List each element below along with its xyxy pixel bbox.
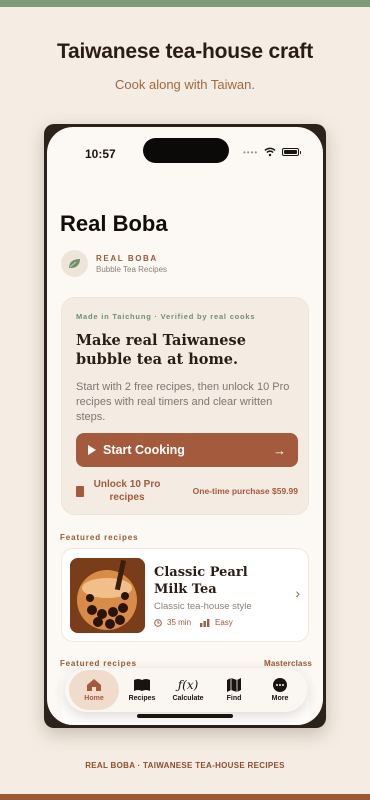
battery-icon — [282, 148, 302, 156]
leaf-logo-icon — [61, 250, 88, 277]
tab-more[interactable]: More — [257, 678, 303, 702]
phone-frame: 10:57 •••• Real Boba REAL BOBA Bubble Te… — [44, 124, 326, 728]
card-eyebrow: Made in Taichung · Verified by real cook… — [76, 312, 256, 321]
recipe-difficulty: Easy — [215, 618, 233, 627]
second-section-header: Featured recipes Masterclass — [60, 659, 312, 668]
recipe-title: Classic Pearl Milk Tea — [154, 565, 248, 597]
signal-icon: •••• — [243, 147, 259, 157]
recipe-subtitle: Classic tea-house style — [154, 601, 252, 612]
function-icon: ƒ(x) — [177, 678, 199, 692]
unlock-row: Unlock 10 Pro recipes One-time purchase … — [76, 478, 298, 504]
clock-icon — [154, 618, 162, 627]
page-subtitle: Cook along with Taiwan. — [115, 77, 255, 92]
bottom-accent-bar — [0, 794, 370, 800]
status-time: 10:57 — [85, 147, 116, 161]
wifi-icon — [264, 147, 276, 157]
unlock-pro-button[interactable]: Unlock 10 Pro recipes — [92, 478, 162, 504]
recipe-image — [70, 558, 145, 633]
featured-section-label: Featured recipes — [60, 533, 139, 542]
tab-recipes-label: Recipes — [128, 695, 156, 702]
start-cooking-label: Start Cooking — [103, 443, 185, 457]
hero-card: Made in Taichung · Verified by real cook… — [61, 297, 309, 515]
tab-find[interactable]: Find — [211, 678, 257, 702]
play-icon — [88, 445, 96, 455]
tab-find-label: Find — [226, 695, 242, 702]
arrow-right-icon: → — [273, 442, 286, 458]
recipe-card[interactable]: Classic Pearl Milk Tea Classic tea-house… — [61, 548, 309, 642]
page-title: Taiwanese tea-house craft — [56, 40, 314, 63]
recipe-time: 35 min — [167, 618, 192, 627]
recipe-meta: 35 min Easy — [154, 618, 233, 627]
status-icons: •••• — [243, 145, 302, 159]
book-icon — [76, 485, 84, 497]
brand-row: REAL BOBA Bubble Tea Recipes — [61, 250, 167, 277]
app-title: Real Boba — [60, 211, 168, 236]
start-cooking-button[interactable]: Start Cooking → — [76, 433, 298, 467]
tab-more-label: More — [271, 695, 289, 702]
home-indicator — [137, 714, 233, 718]
chevron-right-icon: › — [295, 585, 300, 601]
map-icon — [227, 678, 241, 692]
phone-screen: 10:57 •••• Real Boba REAL BOBA Bubble Te… — [47, 127, 323, 725]
tab-home[interactable]: Home — [69, 670, 119, 710]
book-icon — [134, 679, 150, 691]
tab-calculate[interactable]: ƒ(x) Calculate — [165, 678, 211, 702]
masterclass-link[interactable]: Masterclass — [264, 659, 312, 668]
tab-recipes[interactable]: Recipes — [119, 678, 165, 702]
tab-calculate-label: Calculate — [172, 695, 204, 702]
tab-bar: Home Recipes ƒ(x) Calculate Find More — [65, 668, 307, 712]
card-heading: Make real Taiwanese bubble tea at home. — [76, 332, 246, 368]
dynamic-island — [143, 138, 229, 163]
tab-home-label: Home — [84, 695, 104, 702]
home-icon — [87, 679, 101, 691]
more-icon — [273, 678, 287, 692]
top-accent-bar — [0, 0, 370, 7]
brand-tagline: Bubble Tea Recipes — [96, 264, 168, 274]
brand-name: REAL BOBA — [96, 253, 158, 263]
difficulty-icon — [200, 618, 210, 627]
card-body: Start with 2 free recipes, then unlock 1… — [76, 381, 290, 423]
footer-text: REAL BOBA · TAIWANESE TEA-HOUSE RECIPES — [85, 761, 285, 770]
price-label: One-time purchase $59.99 — [192, 486, 298, 496]
second-section-label: Featured recipes — [60, 659, 137, 668]
